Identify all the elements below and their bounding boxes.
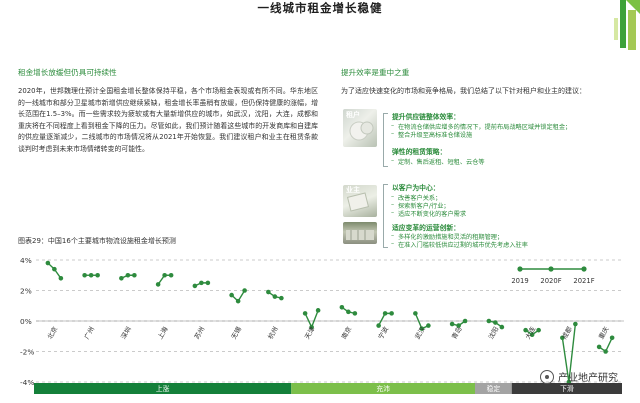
tenant-group-item: 整合升级至高标准仓储设施	[391, 130, 472, 139]
legend-year-label: 2019	[511, 277, 528, 285]
landlord-group-title: 适应变革的运营创新：	[392, 224, 460, 232]
right-section-intro: 为了适应快速变化的市场和竞争格局，我们总结了以下针对租户和业主的建议：	[341, 87, 586, 95]
data-point	[266, 289, 271, 295]
warehouse-photo	[343, 222, 377, 244]
y-tick-label: 0%	[20, 317, 32, 326]
wechat-icon	[540, 369, 554, 384]
data-point	[58, 276, 64, 281]
data-point	[45, 260, 51, 266]
city-label: 大连	[523, 324, 538, 340]
city-label: 沈阳	[486, 325, 500, 341]
data-point	[389, 311, 394, 316]
data-point	[609, 335, 615, 341]
data-point	[413, 311, 418, 316]
decorative-stripe	[620, 0, 626, 48]
warehouse-photo-image	[346, 230, 374, 240]
data-point	[352, 311, 358, 316]
city-label: 青岛	[449, 325, 463, 341]
city-label: 上海	[155, 324, 170, 340]
data-point	[199, 280, 204, 286]
data-point	[339, 304, 345, 310]
data-point	[346, 309, 351, 315]
left-section-heading: 租金增长放缓但仍具可持续性	[18, 68, 117, 77]
city-label: 深圳	[119, 325, 133, 341]
legend-year-label: 2021F	[573, 277, 594, 285]
chart-title: 图表29：中国16个主要城市物流设施租金增长预测	[18, 237, 176, 245]
data-point	[88, 272, 94, 278]
y-tick-label: 2%	[20, 287, 32, 296]
tenant-photo-label: 租户	[346, 111, 360, 119]
city-label: 天津	[303, 325, 317, 341]
city-label: 重庆	[596, 324, 611, 340]
legend-year-label: 2020F	[540, 277, 561, 285]
tenant-group-title: 弹性的租赁策略：	[392, 148, 447, 156]
city-label: 南京	[339, 324, 354, 340]
city-label: 无锡	[229, 324, 244, 340]
title-bar: 一线城市租金增长稳健	[0, 0, 640, 16]
watermark: 产业地产研究	[540, 369, 618, 384]
data-point	[192, 283, 198, 289]
data-point	[95, 272, 100, 278]
data-point	[302, 311, 308, 316]
city-label: 广州	[82, 325, 96, 341]
data-point	[279, 295, 284, 301]
y-tick-label: -4%	[20, 378, 34, 387]
landlord-photo-label: 业主	[346, 186, 360, 194]
data-point	[462, 318, 468, 324]
data-point	[132, 272, 137, 278]
decorative-stripe	[628, 10, 636, 50]
data-point	[426, 323, 431, 328]
data-point	[499, 324, 505, 330]
legend-point	[517, 266, 523, 272]
data-point	[536, 327, 541, 333]
trend-band-label: 上涨	[156, 384, 170, 393]
data-point	[52, 266, 57, 272]
data-point	[376, 323, 381, 328]
data-point	[242, 288, 247, 293]
left-section-body: 2020年，世邦魏理仕预计全国租金增长整体保持平稳，各个市场租金表现或有所不同。…	[18, 87, 318, 153]
decorative-stripe	[614, 18, 618, 40]
data-point	[82, 272, 87, 278]
watermark-text: 产业地产研究	[558, 373, 618, 384]
tenant-group-item: 定制、售后返租、短租、云仓等	[391, 157, 485, 166]
city-label: 杭州	[266, 325, 280, 341]
data-point	[486, 318, 492, 324]
data-point	[596, 344, 602, 350]
trend-band-label: 充沛	[376, 384, 390, 393]
data-point	[493, 320, 498, 325]
landlord-group-item: 适应不断变化的客户需求	[391, 209, 466, 218]
data-point	[229, 292, 234, 298]
data-point	[155, 282, 161, 287]
data-point	[315, 308, 321, 313]
city-label: 成都	[560, 324, 575, 340]
y-tick-label: 4%	[20, 256, 32, 265]
data-point	[382, 311, 388, 316]
tenant-group-title: 提升供应链整体效率：	[392, 113, 460, 121]
y-tick-label: -2%	[20, 348, 34, 357]
right-section-heading: 提升效率是重中之重	[341, 68, 410, 77]
city-label: 苏州	[192, 325, 206, 341]
landlord-group-title: 以客户为中心：	[392, 184, 440, 192]
data-point	[168, 272, 174, 278]
data-point	[449, 321, 455, 327]
data-point	[573, 321, 578, 327]
data-point	[205, 280, 211, 286]
data-point	[235, 298, 241, 304]
legend-point	[581, 266, 587, 272]
trend-band-label: 稳定	[487, 384, 501, 393]
city-label: 北京	[45, 324, 60, 340]
data-point	[603, 349, 608, 354]
data-point	[119, 276, 124, 281]
legend-point	[548, 266, 554, 272]
trend-band-label: 下滑	[560, 384, 574, 393]
data-point	[272, 294, 278, 299]
data-point	[125, 272, 131, 278]
data-point	[162, 272, 167, 278]
page-title: 一线城市租金增长稳健	[257, 1, 383, 15]
